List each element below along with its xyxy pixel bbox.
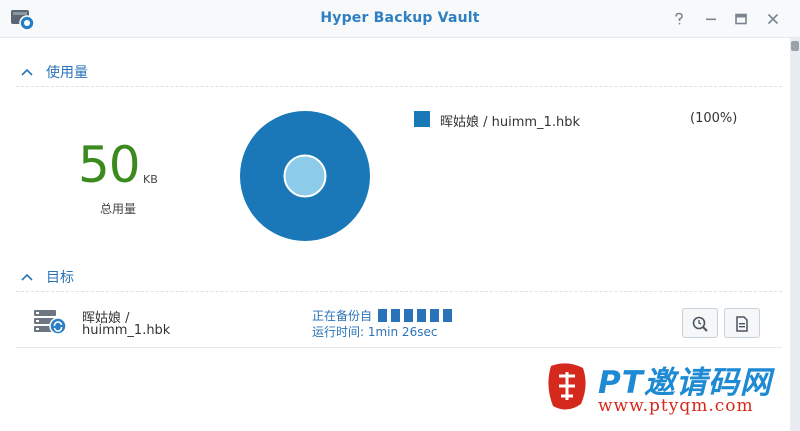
usage-divider [16,86,782,87]
question-mark-icon [675,12,683,25]
scrollbar-thumb[interactable] [791,41,799,51]
backup-target-icon [32,307,68,335]
title-bar: Hyper Backup Vault [0,0,800,38]
target-status: 正在备份自 [312,307,453,324]
chevron-up-icon [21,273,33,281]
close-button[interactable] [762,8,784,30]
watermark-logo [545,362,589,412]
legend-swatch [414,111,430,127]
close-icon [767,13,779,25]
target-row-divider [16,347,782,348]
target-section-header[interactable]: 目标 [20,267,74,287]
minimize-icon [706,18,716,21]
usage-section-label: 使用量 [46,65,88,81]
search-clock-icon [692,316,708,332]
target-runtime: 运行时间: 1min 26sec [312,325,438,339]
legend-item-percent: (100%) [690,111,738,126]
total-usage-label: 总用量 [100,202,137,216]
help-button[interactable] [668,8,690,30]
window-edge-scrollbar[interactable] [790,38,800,431]
usage-donut-chart [240,111,370,241]
donut-hole [283,154,327,198]
redacted-source [374,309,453,322]
target-section-label: 目标 [46,270,74,286]
legend-item-name: 晖姑娘 / huimm_1.hbk [440,115,580,130]
total-usage-value: 50 [78,136,141,194]
browse-versions-button[interactable] [682,308,718,338]
target-status-text: 正在备份自 [312,309,373,323]
target-name-line2: huimm_1.hbk [82,323,171,338]
usage-section-header[interactable]: 使用量 [20,62,88,82]
minimize-button[interactable] [700,8,722,30]
maximize-icon [735,13,747,25]
total-usage-unit: KB [143,173,158,186]
watermark-url: www.ptyqm.com [598,396,754,416]
target-divider [16,291,782,292]
document-icon [736,316,748,332]
chevron-up-icon [21,68,33,76]
maximize-button[interactable] [730,8,752,30]
view-log-button[interactable] [724,308,760,338]
